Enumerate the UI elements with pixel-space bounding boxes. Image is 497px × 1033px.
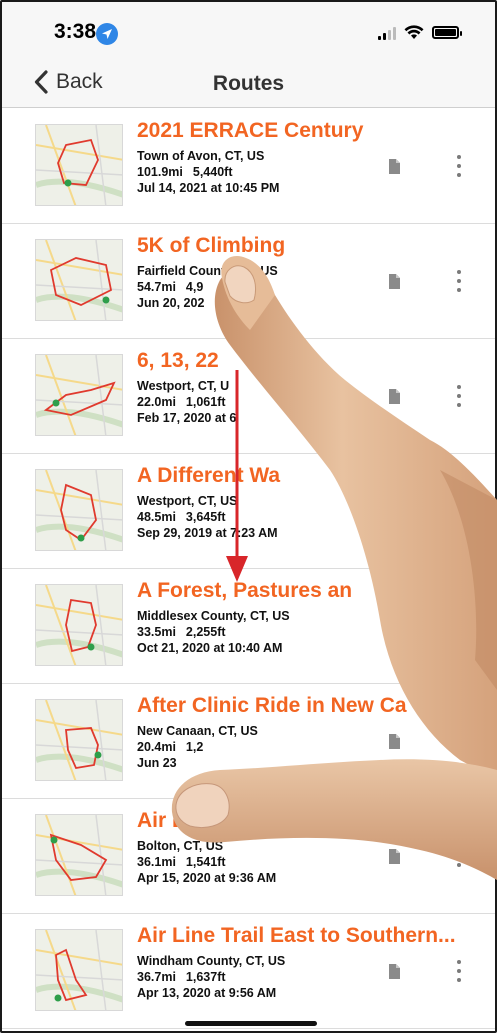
route-location: Bolton, CT, US — [137, 839, 224, 853]
more-options-icon[interactable] — [457, 730, 461, 752]
route-location: New Canaan, CT, US — [137, 724, 258, 738]
route-stats: 101.9mi 5,440ft — [137, 165, 232, 179]
route-elevation: 1,061ft — [185, 395, 226, 409]
route-map-thumbnail[interactable] — [35, 929, 123, 1011]
more-options-icon[interactable] — [457, 960, 461, 982]
route-elevation: 3,645ft — [185, 510, 226, 524]
route-date: Jul 14, 2021 at 10:45 PM — [137, 181, 280, 195]
route-elevation: 2,255ft — [185, 625, 226, 639]
route-distance: 36.7mi — [137, 970, 176, 984]
battery-icon — [432, 26, 462, 39]
route-row[interactable]: A Different Wa Westport, CT, US 48.5mi 3,… — [2, 454, 495, 569]
route-row[interactable]: 5K of Climbing Fairfield County, CT, US … — [2, 224, 495, 339]
signal-icon — [378, 26, 396, 40]
route-distance: 48.5mi — [137, 510, 176, 524]
more-options-icon[interactable] — [457, 270, 461, 292]
document-icon[interactable] — [388, 849, 400, 864]
route-stats: 48.5mi 3,645ft — [137, 510, 226, 524]
route-title[interactable]: 2021 ERRACE Century — [137, 119, 487, 143]
route-map-thumbnail[interactable] — [35, 469, 123, 551]
document-icon[interactable] — [388, 619, 400, 634]
route-stats: 20.4mi 1,2 — [137, 740, 203, 754]
route-distance: 22.0mi — [137, 395, 176, 409]
route-row[interactable]: After Clinic Ride in New Ca New Canaan, … — [2, 684, 495, 799]
route-row[interactable]: A Forest, Pastures an Middlesex County, … — [2, 569, 495, 684]
route-date: Oct 21, 2020 at 10:40 AM — [137, 641, 283, 655]
route-distance: 36.1mi — [137, 855, 176, 869]
more-options-icon[interactable] — [457, 500, 461, 522]
wifi-icon — [404, 25, 424, 39]
document-icon[interactable] — [388, 389, 400, 404]
route-date: Jun 20, 202 — [137, 296, 205, 310]
route-distance: 20.4mi — [137, 740, 176, 754]
status-bar: 3:38 — [2, 2, 495, 64]
route-map-thumbnail[interactable] — [35, 814, 123, 896]
route-distance: 101.9mi — [137, 165, 183, 179]
route-location: Fairfield County, CT, US — [137, 264, 278, 278]
document-icon[interactable] — [388, 734, 400, 749]
route-map-thumbnail[interactable] — [35, 239, 123, 321]
route-date: Apr 15, 2020 at 9:36 AM — [137, 871, 277, 885]
route-title[interactable]: 5K of Climbing — [137, 234, 487, 258]
route-stats: 36.7mi 1,637ft — [137, 970, 226, 984]
route-row[interactable]: Air Line and Bolton, CT, US 36.1mi 1,541f… — [2, 799, 495, 914]
route-date: Apr 13, 2020 at 9:56 AM — [137, 986, 277, 1000]
route-elevation: 5,440ft — [192, 165, 233, 179]
route-map-thumbnail[interactable] — [35, 584, 123, 666]
route-stats: 36.1mi 1,541ft — [137, 855, 226, 869]
route-title[interactable]: Air Line Trail East to Southern... — [137, 924, 487, 948]
more-options-icon[interactable] — [457, 385, 461, 407]
route-map-thumbnail[interactable] — [35, 699, 123, 781]
document-icon[interactable] — [388, 964, 400, 979]
more-options-icon[interactable] — [457, 845, 461, 867]
home-indicator[interactable] — [185, 1021, 317, 1026]
document-icon[interactable] — [388, 274, 400, 289]
status-time: 3:38 — [54, 20, 97, 43]
route-stats: 54.7mi 4,9 — [137, 280, 203, 294]
route-elevation: 1,637ft — [185, 970, 226, 984]
route-date: Sep 29, 2019 at 7:23 AM — [137, 526, 278, 540]
route-location: Windham County, CT, US — [137, 954, 286, 968]
route-title[interactable]: A Forest, Pastures an — [137, 579, 487, 603]
route-location: Westport, CT, US — [137, 494, 238, 508]
route-row[interactable]: 6, 13, 22 Westport, CT, U 22.0mi 1,061ft … — [2, 339, 495, 454]
route-date: Feb 17, 2020 at 6 — [137, 411, 237, 425]
more-options-icon[interactable] — [457, 615, 461, 637]
route-map-thumbnail[interactable] — [35, 124, 123, 206]
route-location: Westport, CT, U — [137, 379, 230, 393]
route-elevation: 1,2 — [185, 740, 204, 754]
route-date: Jun 23 — [137, 756, 177, 770]
navigation-bar: Back Routes — [2, 64, 495, 108]
route-location: Middlesex County, CT, US — [137, 609, 290, 623]
route-row[interactable]: Air Line Trail East to Southern... Windh… — [2, 914, 495, 1029]
route-title[interactable]: 6, 13, 22 — [137, 349, 487, 373]
route-location: Town of Avon, CT, US — [137, 149, 265, 163]
route-elevation: 4,9 — [185, 280, 204, 294]
routes-list: 2021 ERRACE Century Town of Avon, CT, US… — [2, 109, 495, 1029]
route-elevation: 1,541ft — [185, 855, 226, 869]
phone-screen: 3:38 Back Routes 2021 ERRACE Century Tow… — [0, 0, 497, 1033]
route-distance: 54.7mi — [137, 280, 176, 294]
more-options-icon[interactable] — [457, 155, 461, 177]
document-icon[interactable] — [388, 159, 400, 174]
page-title: Routes — [212, 72, 285, 95]
route-row[interactable]: 2021 ERRACE Century Town of Avon, CT, US… — [2, 109, 495, 224]
location-arrow-icon — [96, 23, 118, 45]
route-distance: 33.5mi — [137, 625, 176, 639]
route-title[interactable]: Air Line and — [137, 809, 487, 833]
route-map-thumbnail[interactable] — [35, 354, 123, 436]
route-stats: 22.0mi 1,061ft — [137, 395, 226, 409]
route-stats: 33.5mi 2,255ft — [137, 625, 226, 639]
document-icon[interactable] — [388, 504, 400, 519]
route-title[interactable]: A Different Wa — [137, 464, 487, 488]
status-icons — [378, 25, 462, 40]
route-title[interactable]: After Clinic Ride in New Ca — [137, 694, 487, 718]
